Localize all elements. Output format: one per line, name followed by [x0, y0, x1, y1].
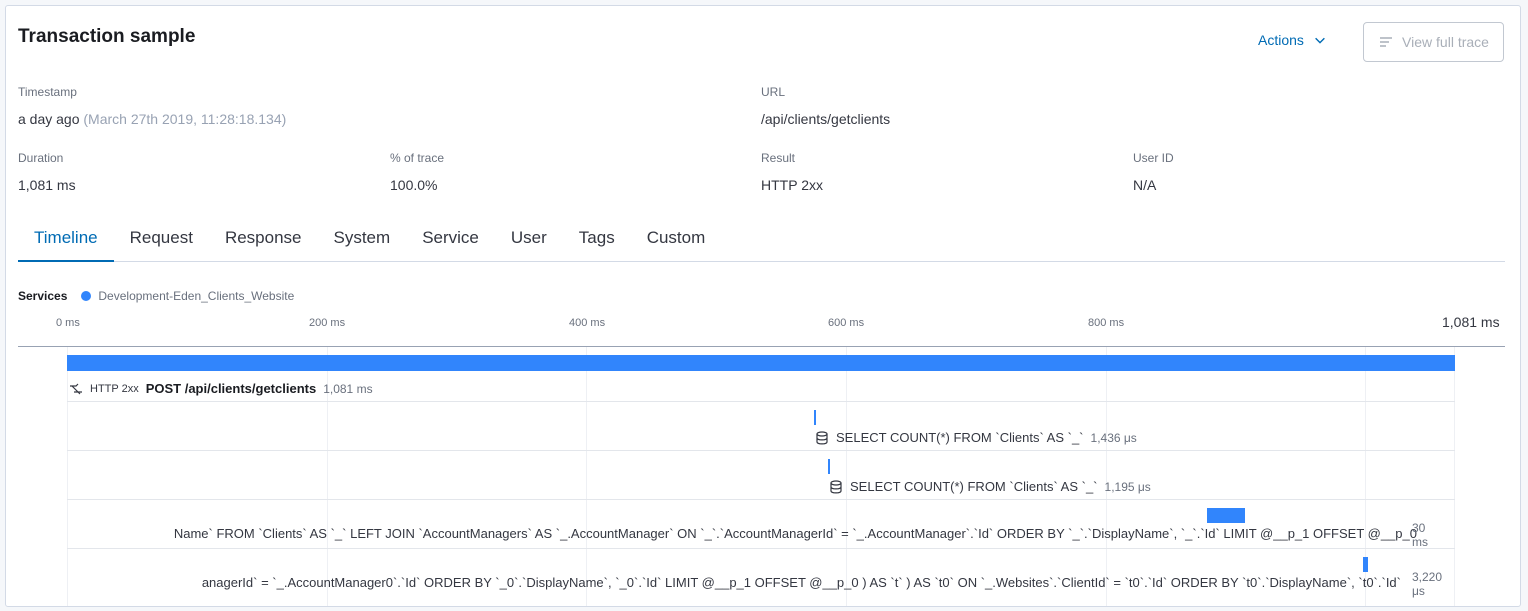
- span-name: POST /api/clients/getclients: [145, 381, 317, 396]
- span-duration: 3,220 μs: [1412, 570, 1443, 598]
- tab-response[interactable]: Response: [209, 218, 318, 262]
- span-bar[interactable]: [1363, 557, 1368, 572]
- span-duration: 1,081 ms: [323, 381, 373, 396]
- view-full-trace-button[interactable]: View full trace: [1363, 22, 1504, 62]
- timestamp-value: a day ago: [18, 111, 80, 127]
- span-status: HTTP 2xx: [90, 382, 139, 395]
- axis-tick: 800 ms: [1088, 317, 1125, 329]
- span-label[interactable]: SELECT COUNT(*) FROM `Clients` AS `_` 1,…: [829, 479, 1151, 494]
- tab-custom[interactable]: Custom: [631, 218, 722, 262]
- span-name: anagerId` = `_.AccountManager0`.`Id` ORD…: [201, 575, 1401, 590]
- database-icon: [830, 479, 842, 493]
- field-label: Duration: [18, 151, 64, 165]
- grid-line: [846, 347, 847, 606]
- span-label-clip: Name` FROM `Clients` AS `_` LEFT JOIN `A…: [18, 526, 1417, 546]
- span-name: Name` FROM `Clients` AS `_` LEFT JOIN `A…: [173, 526, 1417, 541]
- span-duration: 1,195 μs: [1104, 479, 1151, 494]
- row-separator: [67, 548, 1455, 549]
- url-value: /api/clients/getclients: [761, 111, 891, 127]
- span-bar[interactable]: [1207, 508, 1245, 523]
- result-value: HTTP 2xx: [761, 177, 823, 193]
- row-separator: [67, 499, 1455, 500]
- field-timestamp: Timestamp a day ago (March 27th 2019, 11…: [18, 85, 286, 127]
- field-label: User ID: [1133, 151, 1174, 165]
- span-duration: 30 ms: [1412, 521, 1428, 549]
- span-duration: 1,436 μs: [1090, 430, 1137, 445]
- row-separator: [67, 401, 1455, 402]
- field-label: Result: [761, 151, 796, 165]
- tab-bar: Timeline Request Response System Service…: [18, 218, 1505, 262]
- span-label[interactable]: anagerId` = `_.AccountManager0`.`Id` ORD…: [202, 575, 1401, 590]
- grid-line: [1454, 347, 1455, 606]
- percent-of-trace-value: 100.0%: [390, 177, 438, 193]
- field-duration: Duration 1,081 ms: [18, 151, 76, 193]
- span-label[interactable]: Name` FROM `Clients` AS `_` LEFT JOIN `A…: [174, 526, 1417, 541]
- actions-label: Actions: [1258, 32, 1304, 48]
- view-full-trace-label: View full trace: [1402, 34, 1489, 50]
- tab-tags[interactable]: Tags: [563, 218, 631, 262]
- span-label[interactable]: HTTP 2xx POST /api/clients/getclients 1,…: [69, 381, 373, 396]
- span-bar[interactable]: [814, 410, 816, 425]
- tab-timeline[interactable]: Timeline: [18, 218, 114, 262]
- user-id-value: N/A: [1133, 177, 1157, 193]
- span-bar[interactable]: [67, 355, 1455, 371]
- service-name: Development-Eden_Clients_Website: [98, 289, 295, 303]
- tab-request[interactable]: Request: [114, 218, 209, 262]
- timestamp-detail: (March 27th 2019, 11:28:18.134): [83, 111, 287, 127]
- span-bar[interactable]: [828, 459, 830, 474]
- field-label: Timestamp: [18, 85, 77, 99]
- field-label: % of trace: [390, 151, 445, 165]
- actions-dropdown[interactable]: Actions: [1258, 32, 1327, 48]
- grid-line: [67, 347, 68, 606]
- transaction-icon: [70, 383, 82, 394]
- panel-title: Transaction sample: [18, 26, 196, 47]
- list-icon: [1380, 37, 1393, 47]
- services-label: Services: [18, 289, 68, 303]
- axis-tick: 600 ms: [828, 317, 865, 329]
- field-result: Result HTTP 2xx: [761, 151, 823, 193]
- axis-end-label: 1,081 ms: [1442, 314, 1500, 330]
- row-separator: [67, 450, 1455, 451]
- database-icon: [816, 430, 828, 444]
- axis-tick: 400 ms: [569, 317, 606, 329]
- span-name: SELECT COUNT(*) FROM `Clients` AS `_`: [850, 479, 1098, 494]
- chevron-down-icon: [1315, 37, 1325, 44]
- waterfall: HTTP 2xx POST /api/clients/getclients 1,…: [6, 347, 1520, 606]
- tab-user[interactable]: User: [495, 218, 563, 262]
- field-url: URL /api/clients/getclients: [761, 85, 890, 127]
- span-label[interactable]: SELECT COUNT(*) FROM `Clients` AS `_` 1,…: [815, 430, 1137, 445]
- span-label-clip: anagerId` = `_.AccountManager0`.`Id` ORD…: [18, 575, 1401, 595]
- services-legend: Services Development-Eden_Clients_Websit…: [18, 289, 294, 303]
- axis-tick: 0 ms: [56, 317, 80, 329]
- grid-line: [586, 347, 587, 606]
- span-name: SELECT COUNT(*) FROM `Clients` AS `_`: [836, 430, 1084, 445]
- field-percent-of-trace: % of trace 100.0%: [390, 151, 444, 193]
- tab-service[interactable]: Service: [406, 218, 495, 262]
- grid-line: [1106, 347, 1107, 606]
- field-label: URL: [761, 85, 786, 99]
- field-user-id: User ID N/A: [1133, 151, 1174, 193]
- tab-system[interactable]: System: [318, 218, 407, 262]
- axis-tick: 200 ms: [309, 317, 346, 329]
- service-color-dot: [81, 291, 92, 301]
- transaction-sample-panel: Transaction sample Actions View full tra…: [5, 5, 1521, 607]
- duration-value: 1,081 ms: [18, 177, 76, 193]
